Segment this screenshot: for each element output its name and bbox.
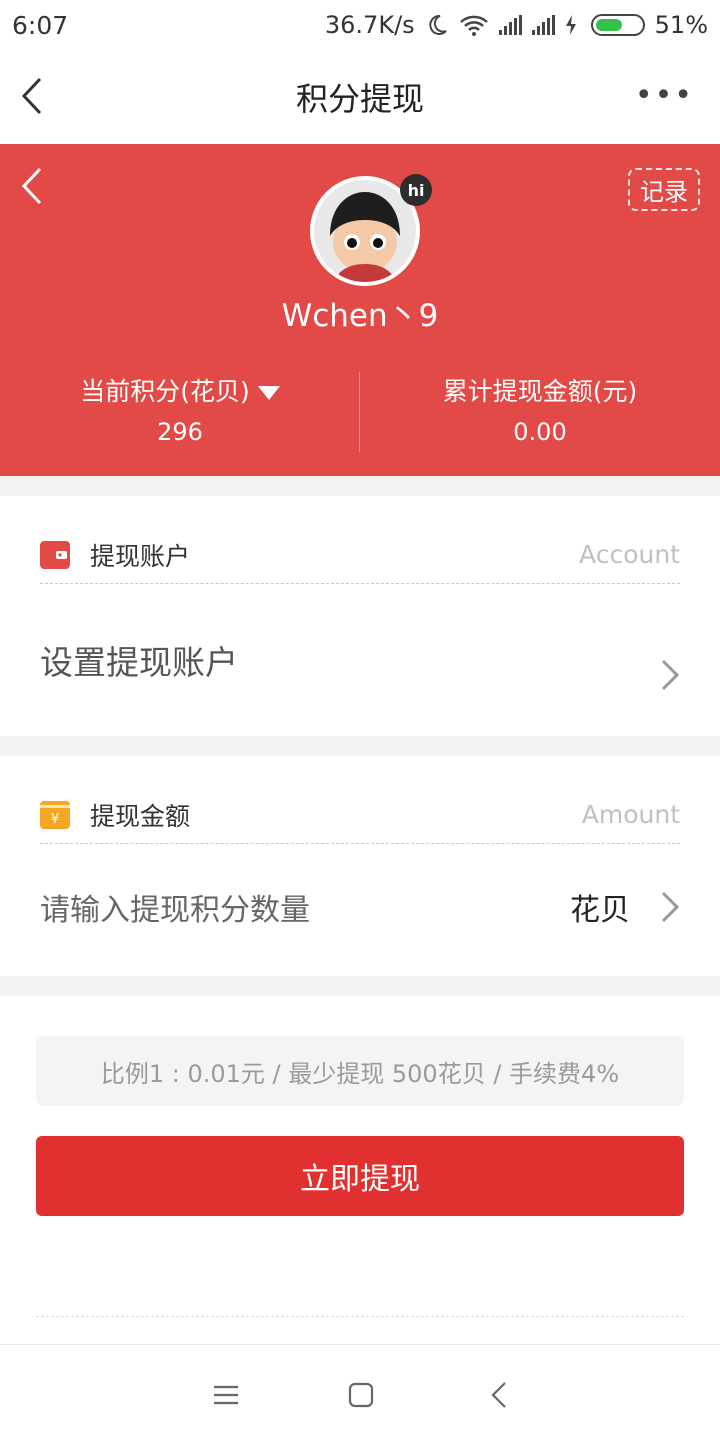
moon-icon — [428, 14, 447, 35]
account-title: 提现账户 — [90, 541, 191, 571]
wallet-icon — [40, 540, 70, 569]
unit-selector[interactable]: 花贝 — [570, 885, 630, 929]
network-speed: 36.7K/s — [324, 11, 415, 39]
amount-card: ¥ 提现金额 Amount 请输入提现积分数量 花贝 — [0, 756, 720, 976]
home-icon[interactable] — [341, 1375, 381, 1415]
account-card-header: 提现账户 Account — [40, 526, 680, 584]
withdrawn-label: 累计提现金额(元) — [442, 377, 638, 406]
hi-badge: hi — [400, 174, 432, 206]
wifi-icon — [459, 15, 488, 36]
set-account-row[interactable]: 设置提现账户 — [40, 612, 680, 708]
header-back-icon[interactable] — [18, 166, 46, 206]
profile-header: 记录 hi Wchen丶9 当前积分(花贝) 296 累计提现金额(元) 0.0… — [0, 144, 720, 476]
points-value: 296 — [157, 418, 203, 446]
back-nav-icon[interactable] — [480, 1375, 520, 1415]
account-card: 提现账户 Account 设置提现账户 — [0, 496, 720, 736]
dropdown-triangle-icon — [257, 386, 280, 400]
yuan-card-icon: ¥ — [40, 800, 70, 829]
system-nav-bar — [0, 1344, 720, 1440]
account-en-label: Account — [579, 540, 680, 569]
amount-en-label: Amount — [581, 800, 680, 829]
page-title: 积分提现 — [295, 80, 424, 118]
battery-percent: 51% — [654, 11, 708, 39]
chevron-right-icon — [661, 659, 680, 691]
battery-icon — [590, 14, 645, 36]
ratio-info: 比例1 : 0.01元 / 最少提现 500花贝 / 手续费4% — [36, 1036, 684, 1106]
amount-input-row: 请输入提现积分数量 花贝 — [40, 852, 680, 962]
bottom-panel: 比例1 : 0.01元 / 最少提现 500花贝 / 手续费4% 立即提现 — [0, 996, 720, 1344]
points-label-row: 当前积分(花贝) — [0, 372, 360, 408]
more-icon[interactable]: ••• — [635, 81, 694, 111]
svg-text:¥: ¥ — [51, 812, 59, 827]
set-account-label: 设置提现账户 — [40, 643, 238, 682]
signal-icon-2 — [531, 15, 555, 35]
status-time: 6:07 — [12, 10, 69, 40]
menu-icon[interactable] — [206, 1375, 246, 1415]
status-bar: 6:07 36.7K/s 51% — [0, 0, 720, 50]
amount-input[interactable]: 请输入提现积分数量 — [40, 885, 310, 929]
nav-bar: 积分提现 ••• — [0, 50, 720, 144]
current-points[interactable]: 当前积分(花贝) 296 — [0, 372, 360, 446]
record-button[interactable]: 记录 — [628, 168, 700, 211]
charging-icon — [565, 15, 576, 35]
chevron-right-icon[interactable] — [660, 890, 680, 924]
withdrawn-value: 0.00 — [513, 418, 567, 446]
status-right: 36.7K/s 51% — [325, 11, 708, 39]
username: Wchen丶9 — [281, 298, 439, 334]
amount-title: 提现金额 — [90, 801, 191, 831]
back-icon[interactable] — [18, 76, 48, 116]
amount-card-header: ¥ 提现金额 Amount — [40, 786, 680, 844]
withdraw-button[interactable]: 立即提现 — [36, 1136, 684, 1216]
points-label: 当前积分(花贝) — [80, 377, 250, 406]
divider — [36, 1316, 684, 1317]
total-withdrawn: 累计提现金额(元) 0.00 — [360, 372, 720, 446]
signal-icon-1 — [498, 15, 522, 35]
